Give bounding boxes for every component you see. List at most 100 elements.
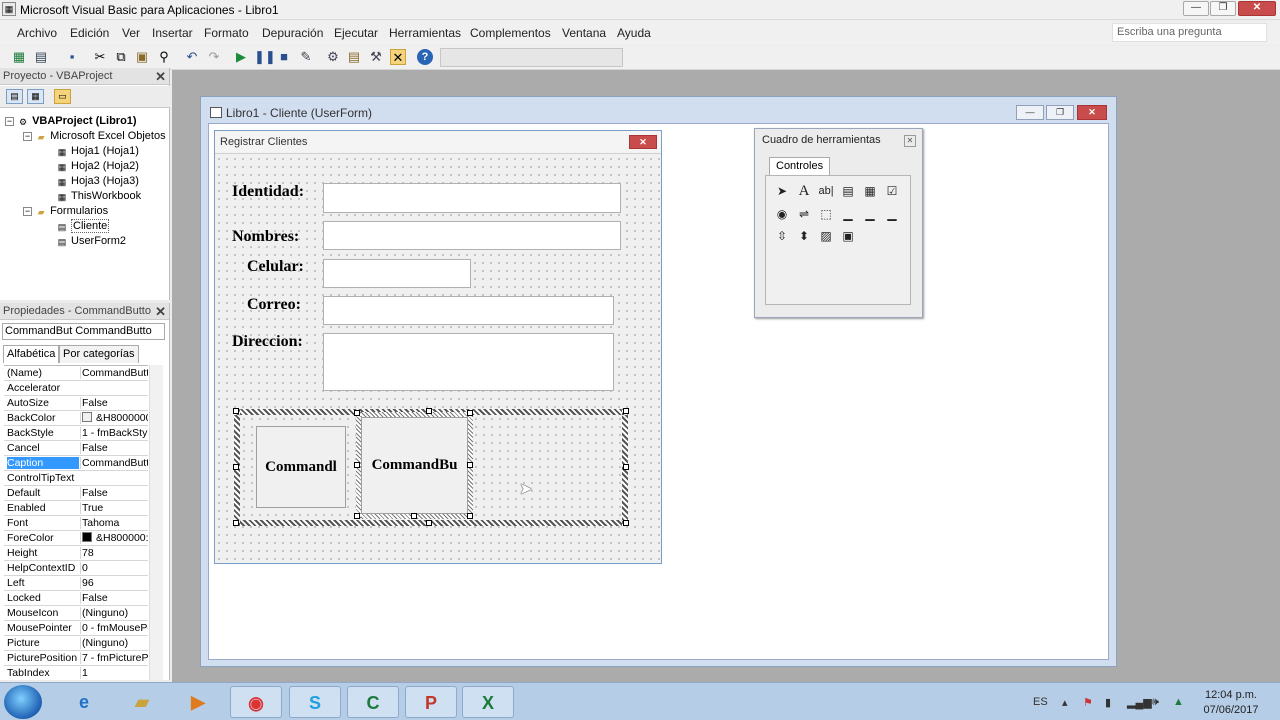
run-icon[interactable]: ▶ xyxy=(233,49,249,65)
help-icon[interactable]: ? xyxy=(417,49,433,65)
menu-complementos[interactable]: Complementos xyxy=(470,26,551,40)
tree-thisworkbook[interactable]: ▦ ThisWorkbook xyxy=(56,190,141,203)
menu-ventana[interactable]: Ventana xyxy=(562,26,606,40)
property-row[interactable]: Default False xyxy=(4,486,148,501)
property-row[interactable]: (Name) CommandButto xyxy=(4,366,148,381)
resize-handle[interactable] xyxy=(354,513,360,519)
textbox-identidad[interactable] xyxy=(323,183,621,213)
excel-icon[interactable]: ▦ xyxy=(11,49,27,65)
tree-sheet-2[interactable]: ▦ Hoja2 (Hoja2) xyxy=(56,160,139,173)
textbox-celular[interactable] xyxy=(323,259,471,288)
multipage-icon[interactable]: ▁ xyxy=(883,205,901,223)
google-drive-icon[interactable]: ▲ xyxy=(1173,696,1184,708)
resize-handle[interactable] xyxy=(233,408,239,414)
property-value[interactable]: Tahoma xyxy=(80,517,148,529)
paste-icon[interactable]: ▣ xyxy=(134,49,150,65)
minimize-button[interactable]: — xyxy=(1183,1,1209,16)
property-value[interactable]: (Ninguno) xyxy=(80,637,148,649)
resize-handle[interactable] xyxy=(467,513,473,519)
camtasia-icon[interactable]: C xyxy=(347,686,399,718)
toggle-folders-icon[interactable]: ▭ xyxy=(54,89,71,104)
tab-alfabetica[interactable]: Alfabética xyxy=(3,345,60,363)
resize-handle[interactable] xyxy=(354,462,360,468)
resize-handle[interactable] xyxy=(426,408,432,414)
property-row[interactable]: AutoSize False xyxy=(4,396,148,411)
menu-herramientas[interactable]: Herramientas xyxy=(389,26,461,40)
tree-folder-excel[interactable]: − ▰ Microsoft Excel Objetos xyxy=(23,130,166,143)
project-close-icon[interactable]: ✕ xyxy=(155,69,166,85)
listbox-icon[interactable]: ▦ xyxy=(861,182,879,200)
network-icon[interactable]: ▂▄▆ xyxy=(1127,696,1152,709)
property-value[interactable]: CommandButto xyxy=(80,367,148,379)
combobox-icon[interactable]: ▤ xyxy=(839,182,857,200)
property-value[interactable]: True xyxy=(80,502,148,514)
resize-handle[interactable] xyxy=(623,520,629,526)
property-row[interactable]: ForeColor &H800000: xyxy=(4,531,148,546)
property-value[interactable]: 78 xyxy=(80,547,148,559)
property-row[interactable]: Height 78 xyxy=(4,546,148,561)
spinbutton-icon[interactable]: ⬍ xyxy=(795,227,813,245)
tree-sheet-1[interactable]: ▦ Hoja1 (Hoja1) xyxy=(56,145,139,158)
resize-handle[interactable] xyxy=(467,462,473,468)
designer-close-button[interactable]: ✕ xyxy=(1077,105,1107,120)
tree-root[interactable]: − ⚙ VBAProject (Libro1) xyxy=(5,115,137,128)
label-correo[interactable]: Correo: xyxy=(247,296,301,314)
label-icon[interactable]: A xyxy=(795,182,813,200)
tab-por-categorias[interactable]: Por categorías xyxy=(59,345,139,363)
design-mode-icon[interactable]: ✎ xyxy=(298,49,314,65)
togglebutton-icon[interactable]: ⇌ xyxy=(795,205,813,223)
redo-icon[interactable]: ↷ xyxy=(206,49,222,65)
designer-restore-button[interactable]: ❐ xyxy=(1046,105,1074,120)
property-row[interactable]: Locked False xyxy=(4,591,148,606)
copy-icon[interactable]: ⧉ xyxy=(113,49,129,65)
project-explorer-icon[interactable]: ⚙ xyxy=(325,49,341,65)
reset-icon[interactable]: ■ xyxy=(276,49,292,65)
property-value[interactable]: 1 xyxy=(80,667,148,679)
optionbutton-icon[interactable]: ◉ xyxy=(773,205,791,223)
properties-scrollbar[interactable] xyxy=(149,365,163,680)
resize-handle[interactable] xyxy=(426,520,432,526)
resize-handle[interactable] xyxy=(354,410,360,416)
property-row[interactable]: Enabled True xyxy=(4,501,148,516)
excel-taskbar-icon[interactable]: X xyxy=(462,686,514,718)
textbox-direccion[interactable] xyxy=(323,333,614,391)
menu-edicion[interactable]: Edición xyxy=(70,26,109,40)
property-value[interactable]: False xyxy=(80,442,148,454)
menu-depuracion[interactable]: Depuración xyxy=(262,26,323,40)
ask-question-input[interactable]: Escriba una pregunta xyxy=(1112,23,1267,42)
property-row[interactable]: MouseIcon (Ninguno) xyxy=(4,606,148,621)
menu-ver[interactable]: Ver xyxy=(122,26,140,40)
menu-ayuda[interactable]: Ayuda xyxy=(617,26,651,40)
tree-folder-forms[interactable]: − ▰ Formularios xyxy=(23,205,108,218)
image-icon[interactable]: ▨ xyxy=(817,227,835,245)
property-row[interactable]: Font Tahoma xyxy=(4,516,148,531)
resize-handle[interactable] xyxy=(623,408,629,414)
properties-icon[interactable]: ▤ xyxy=(346,49,362,65)
undo-icon[interactable]: ↶ xyxy=(184,49,200,65)
property-row[interactable]: PicturePosition 7 - fmPictureP xyxy=(4,651,148,666)
menu-ejecutar[interactable]: Ejecutar xyxy=(334,26,378,40)
toolbox-close-icon[interactable]: ✕ xyxy=(904,135,916,147)
restore-button[interactable]: ❐ xyxy=(1210,1,1236,16)
property-value[interactable]: &H800000: xyxy=(80,532,148,544)
menu-archivo[interactable]: Archivo xyxy=(17,26,57,40)
insert-userform-icon[interactable]: ▤ xyxy=(33,49,49,65)
power-icon[interactable]: ▮ xyxy=(1105,696,1111,709)
property-value[interactable]: False xyxy=(80,487,148,499)
textbox-icon[interactable]: ab| xyxy=(817,182,835,200)
property-row[interactable]: BackColor &H8000000 xyxy=(4,411,148,426)
object-browser-icon[interactable]: ⚒ xyxy=(368,49,384,65)
designer-minimize-button[interactable]: — xyxy=(1016,105,1044,120)
form-close-button[interactable]: ✕ xyxy=(629,135,657,149)
property-value[interactable]: 96 xyxy=(80,577,148,589)
resize-handle[interactable] xyxy=(467,410,473,416)
property-value[interactable]: CommandButto xyxy=(80,457,148,469)
menu-insertar[interactable]: Insertar xyxy=(152,26,193,40)
textbox-nombres[interactable] xyxy=(323,221,621,250)
file-explorer-icon[interactable]: ▰ xyxy=(116,686,168,718)
property-value[interactable]: False xyxy=(80,397,148,409)
property-value[interactable]: 1 - fmBackStyle xyxy=(80,427,148,439)
toolbox-icon[interactable]: ✕ xyxy=(390,49,406,65)
media-player-icon[interactable]: ▶ xyxy=(172,686,224,718)
label-identidad[interactable]: Identidad: xyxy=(232,183,304,201)
